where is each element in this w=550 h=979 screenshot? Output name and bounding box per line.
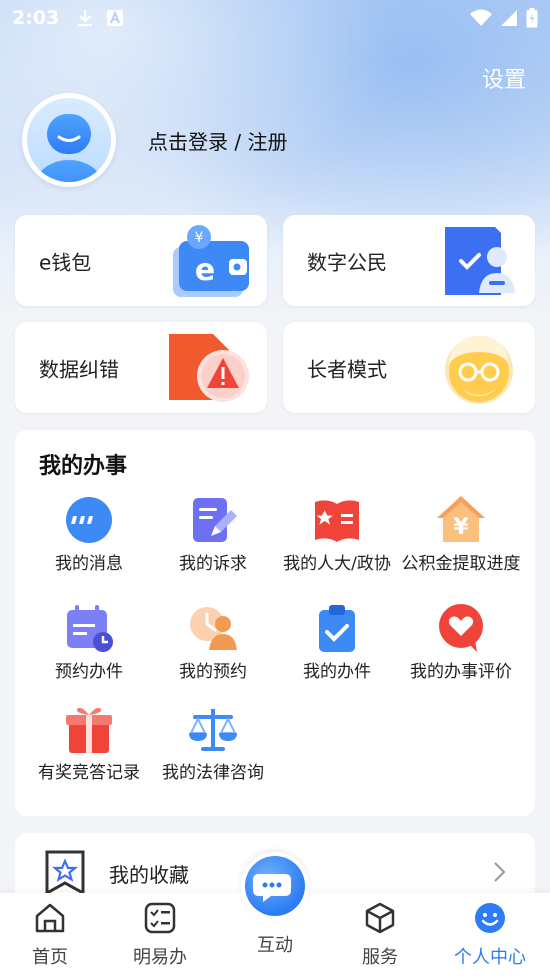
grid-item-label: 我的法律咨询 [162, 763, 264, 783]
grid-item-my-cases[interactable]: 我的办件 [275, 602, 399, 685]
grid-item-book-appointment[interactable]: 预约办件 [27, 602, 151, 685]
calendar-clock-icon [67, 605, 113, 652]
interact-center-button[interactable] [241, 852, 309, 920]
chevron-right-icon [494, 862, 506, 882]
tab-label: 明易办 [133, 947, 187, 968]
grid-item-label: 我的消息 [55, 554, 123, 574]
status-bar: 2:03 [0, 0, 550, 36]
svg-text:e: e [195, 253, 215, 288]
clipboard-check-icon [319, 605, 355, 652]
card-label: e钱包 [39, 250, 92, 274]
grid-item-housing-fund[interactable]: ¥ 公积金提取进度 [399, 494, 523, 577]
heart-chat-icon [439, 604, 483, 652]
tab-label: 首页 [32, 947, 68, 968]
battery-icon [526, 8, 538, 28]
card-label: 长者模式 [307, 357, 387, 381]
grid-item-label: 有奖竞答记录 [38, 763, 140, 783]
edit-appeal-icon [193, 498, 237, 542]
chat-bubble-icon [253, 874, 291, 902]
grid-item-npc-cppcc[interactable]: 我的人大/政协 [275, 494, 399, 577]
e-wallet-card[interactable]: e钱包 ¥ e [15, 215, 267, 306]
svg-text:¥: ¥ [453, 515, 469, 540]
tab-home[interactable]: 首页 [0, 901, 100, 969]
grid-item-service-rating[interactable]: 我的办事评价 [399, 602, 523, 685]
section-title: 我的办事 [39, 454, 128, 479]
status-time: 2:03 [12, 7, 60, 29]
checklist-icon [144, 902, 176, 934]
grid-item-label: 我的办件 [303, 662, 371, 682]
default-avatar-icon [35, 114, 103, 182]
data-error-card[interactable]: 数据纠错 [15, 322, 267, 413]
grid-item-label: 我的办事评价 [410, 662, 512, 682]
download-icon [78, 10, 93, 27]
avatar[interactable] [22, 93, 116, 187]
wifi-icon [470, 9, 492, 26]
grid-item-quiz-records[interactable]: 有奖竞答记录 [27, 703, 151, 786]
grid-item-label: 我的预约 [179, 662, 247, 682]
svg-text:¥: ¥ [195, 230, 204, 246]
my-affairs-panel: 我的办事 我的消息 我的诉求 我的人大/政协 ¥ 公积金提取进度 预约办件 我的… [15, 430, 535, 816]
grid-item-label: 预约办件 [55, 662, 123, 682]
favorites-label: 我的收藏 [109, 863, 189, 887]
elder-mode-card[interactable]: 长者模式 [283, 322, 535, 413]
bookmark-star-icon [45, 850, 85, 896]
grid-item-my-appeals[interactable]: 我的诉求 [151, 494, 275, 577]
grid-item-my-appointments[interactable]: 我的预约 [151, 602, 275, 685]
grid-item-label: 我的人大/政协 [283, 554, 391, 574]
cube-icon [365, 902, 395, 934]
data-error-icon [169, 334, 249, 402]
grid-item-label: 我的诉求 [179, 554, 247, 574]
grid-item-my-messages[interactable]: 我的消息 [27, 494, 151, 577]
tab-interact[interactable]: 互动 [225, 927, 325, 957]
grid-item-legal-consult[interactable]: 我的法律咨询 [151, 703, 275, 786]
elder-mode-icon [445, 336, 513, 404]
gift-icon [66, 707, 112, 753]
e-wallet-icon: ¥ e [173, 225, 249, 297]
digital-citizen-icon [445, 227, 515, 295]
scale-icon [189, 709, 237, 751]
digital-citizen-card[interactable]: 数字公民 [283, 215, 535, 306]
tab-mingyiban[interactable]: 明易办 [110, 901, 210, 969]
tab-label: 服务 [362, 947, 398, 968]
home-icon [35, 903, 65, 933]
tab-personal-center[interactable]: 个人中心 [440, 901, 540, 969]
settings-button[interactable]: 设置 [482, 62, 526, 94]
login-register-link[interactable]: 点击登录 / 注册 [148, 126, 287, 155]
card-label: 数字公民 [307, 250, 387, 274]
card-label: 数据纠错 [39, 357, 119, 381]
signal-icon [501, 10, 517, 26]
smile-icon [475, 903, 505, 933]
a-badge-icon [107, 10, 124, 26]
grid-item-label: 公积金提取进度 [401, 554, 521, 574]
tab-services[interactable]: 服务 [330, 901, 430, 969]
tab-label: 个人中心 [454, 947, 526, 968]
message-icon [66, 497, 112, 543]
appointment-person-icon [190, 607, 237, 650]
house-fund-icon: ¥ [437, 496, 485, 542]
book-icon [315, 500, 359, 542]
tab-label: 互动 [257, 935, 293, 956]
